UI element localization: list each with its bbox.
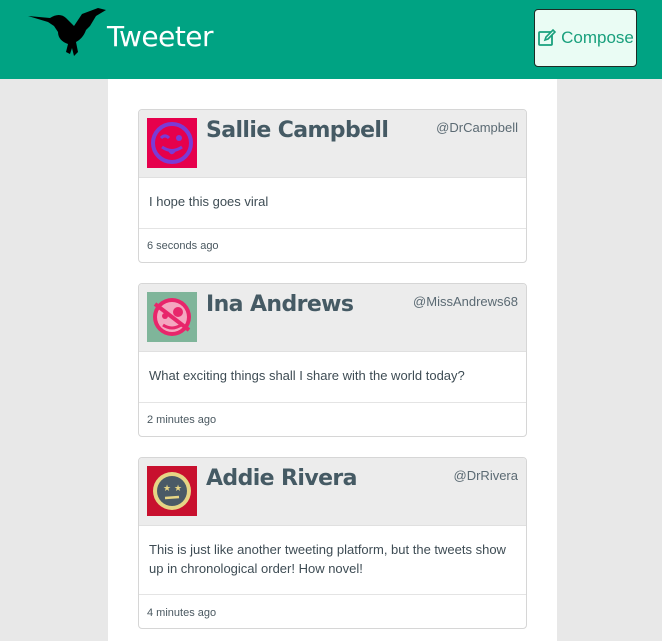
tweet-text: I hope this goes viral — [149, 194, 269, 209]
tweet-text: This is just like another tweeting platf… — [149, 542, 506, 576]
tweet-timestamp: 4 minutes ago — [139, 594, 526, 628]
tweet-timestamp: 2 minutes ago — [139, 402, 526, 436]
svg-text:★: ★ — [174, 484, 182, 494]
tweet-card: ★ ★ Addie Rivera @DrRivera This is just … — [138, 457, 527, 629]
tweet-header: Ina Andrews @MissAndrews68 — [139, 284, 526, 352]
author-handle: @MissAndrews68 — [413, 294, 518, 309]
tweet-card: Sallie Campbell @DrCampbell I hope this … — [138, 109, 527, 263]
compose-label: Compose — [561, 28, 634, 47]
author-handle: @DrRivera — [453, 468, 518, 483]
top-bar: Tweeter Compose — [0, 0, 662, 79]
tweet-timestamp: 6 seconds ago — [139, 228, 526, 262]
pirate-face-avatar-icon — [147, 292, 197, 342]
winking-face-tongue-avatar-icon — [147, 118, 197, 168]
svg-text:★: ★ — [163, 484, 171, 494]
author-handle: @DrCampbell — [436, 120, 518, 135]
tweet-card: Ina Andrews @MissAndrews68 What exciting… — [138, 283, 527, 437]
tweet-header: ★ ★ Addie Rivera @DrRivera — [139, 458, 526, 526]
author-name: Addie Rivera — [206, 466, 357, 491]
tweet-feed: Sallie Campbell @DrCampbell I hope this … — [108, 79, 557, 641]
tweet-header: Sallie Campbell @DrCampbell — [139, 110, 526, 178]
tweet-text: What exciting things shall I share with … — [149, 368, 465, 383]
author-name: Ina Andrews — [206, 292, 354, 317]
star-eyes-face-avatar-icon: ★ ★ — [147, 466, 197, 516]
author-name: Sallie Campbell — [206, 118, 389, 143]
edit-icon — [538, 28, 557, 46]
hummingbird-logo-icon — [28, 8, 106, 56]
app-title: Tweeter — [107, 20, 214, 53]
compose-button[interactable]: Compose — [534, 9, 637, 67]
